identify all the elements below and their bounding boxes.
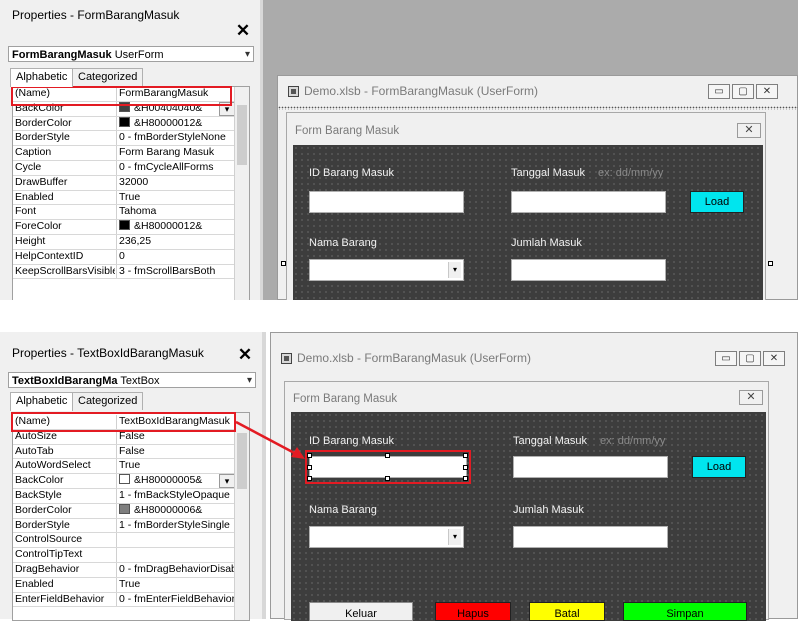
label-id-barang: ID Barang Masuk (309, 167, 394, 179)
name-row-highlight (11, 86, 232, 106)
property-rows: (Name) FormBarangMasuk BackColor &H0040404… (13, 87, 235, 280)
scrollbar-thumb[interactable] (237, 105, 247, 165)
nama-barang-combo[interactable]: ▾ (309, 259, 464, 281)
excel-form-icon (288, 86, 299, 97)
label-tanggal: Tanggal Masuk (511, 167, 585, 179)
property-scrollbar[interactable] (234, 87, 249, 301)
top-section: Properties - FormBarangMasuk ✕ FormBaran… (0, 0, 798, 302)
label-nama: Nama Barang (309, 237, 377, 249)
tab-alphabetic[interactable]: Alphabetic (10, 392, 74, 411)
maximize-icon[interactable]: ▢ (732, 84, 754, 99)
color-swatch (119, 116, 130, 127)
tanggal-input[interactable] (511, 191, 666, 213)
workspace: Demo.xlsb - FormBarangMasuk (UserForm) ▭… (263, 0, 798, 302)
property-row[interactable]: Height 236,25 (13, 234, 234, 250)
design-grip (278, 106, 798, 110)
property-row[interactable]: ForeColor &H80000012& (13, 220, 234, 235)
properties-title: Properties - FormBarangMasuk (0, 0, 180, 30)
object-type: UserForm (114, 49, 164, 61)
property-row[interactable]: Cycle 0 - fmCycleAllForms (13, 160, 234, 176)
close-icon[interactable]: ✕ (232, 20, 254, 42)
userform-title: Form Barang Masuk (295, 125, 400, 137)
property-row[interactable]: KeepScrollBarsVisible 3 - fmScrollBarsBot… (13, 264, 234, 280)
property-row[interactable]: Caption Form Barang Masuk (13, 146, 234, 161)
object-name: FormBarangMasuk (12, 49, 112, 61)
bottom-section: Properties - TextBoxIdBarangMasuk ✕ Text… (0, 332, 798, 621)
hint-date: ex: dd/mm/yy (598, 167, 664, 179)
property-row[interactable]: HelpContextID 0 (13, 249, 234, 265)
tab-alphabetic[interactable]: Alphabetic (10, 68, 74, 87)
color-swatch (119, 220, 130, 231)
arrow-line (235, 420, 301, 458)
resize-handle[interactable] (281, 261, 286, 266)
load-button[interactable]: Load (690, 191, 744, 213)
property-row[interactable]: BorderStyle 0 - fmBorderStyleNone (13, 131, 234, 147)
property-row[interactable]: Enabled True (13, 190, 234, 206)
minimize-icon[interactable]: ▭ (708, 84, 730, 99)
label-jumlah: Jumlah Masuk (511, 237, 582, 249)
designer-title: Demo.xlsb - FormBarangMasuk (UserForm) (288, 84, 538, 98)
chevron-down-icon[interactable]: ▾ (448, 262, 461, 278)
property-grid: (Name) FormBarangMasuk BackColor &H0040404… (12, 86, 250, 302)
userform-body: ID Barang Masuk Tanggal Masuk ex: dd/mm/… (293, 145, 763, 302)
property-row[interactable]: Font Tahoma (13, 205, 234, 221)
chevron-down-icon: ▾ (244, 49, 250, 60)
connector-arrow (235, 420, 305, 459)
close-icon[interactable]: ✕ (737, 123, 761, 138)
properties-window: Properties - FormBarangMasuk ✕ FormBaran… (0, 0, 260, 302)
resize-handle[interactable] (768, 261, 773, 266)
designer-window: Demo.xlsb - FormBarangMasuk (UserForm) ▭… (277, 75, 798, 302)
close-icon[interactable]: ✕ (756, 84, 778, 99)
id-barang-input[interactable] (309, 191, 464, 213)
jumlah-input[interactable] (511, 259, 666, 281)
userform: Form Barang Masuk ✕ ID Barang Masuk Tang… (286, 112, 766, 302)
section-separator (0, 300, 798, 332)
property-row[interactable]: BorderColor &H80000012& (13, 116, 234, 132)
tab-categorized[interactable]: Categorized (72, 68, 144, 86)
property-row[interactable]: DrawBuffer 32000 (13, 175, 234, 191)
object-selector[interactable]: FormBarangMasuk UserForm ▾ (8, 46, 254, 62)
properties-tabs: Alphabetic Categorized (10, 68, 250, 87)
